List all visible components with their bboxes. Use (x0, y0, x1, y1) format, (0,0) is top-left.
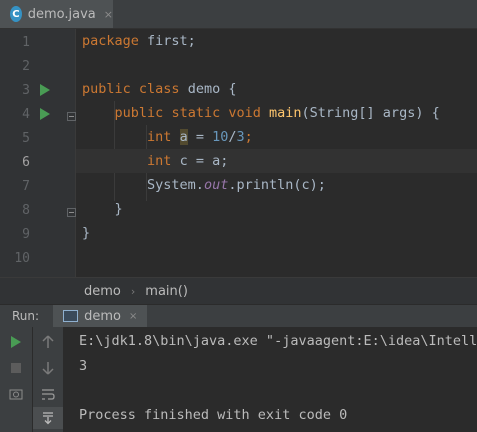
down-arrow-icon (42, 362, 54, 375)
run-panel-title: Run: (12, 309, 40, 323)
run-icon (11, 336, 21, 348)
code-line-3: public class demo { (76, 77, 477, 101)
package-name: first; (138, 33, 196, 49)
code-editor[interactable]: 1 2 3 4 5 6 7 8 9 10 package first; publ… (0, 29, 477, 277)
line-number: 1 (22, 35, 30, 50)
code-line-4: public static void main(String[] args) { (76, 101, 477, 125)
number: 3 (236, 129, 245, 145)
line-number: 6 (22, 155, 30, 170)
soft-wrap-button[interactable] (33, 383, 63, 405)
keyword: int (147, 153, 172, 169)
variable-c: c (179, 153, 188, 169)
keyword: package (82, 33, 139, 49)
line-number: 8 (22, 203, 30, 218)
assignment: = a; (187, 153, 229, 169)
keyword: public (82, 81, 131, 97)
stop-icon (11, 363, 21, 373)
scroll-to-end-button[interactable] (33, 407, 63, 429)
code-line-8: } (76, 197, 477, 221)
run-toolbar-right (33, 327, 64, 432)
line-number: 7 (22, 179, 30, 194)
closing-brace: } (114, 201, 123, 217)
line-number: 2 (22, 59, 30, 74)
code-line-1: package first; (76, 29, 477, 53)
keyword: int (147, 129, 172, 145)
console-line-output: 3 (79, 358, 88, 374)
static-field: out (203, 177, 229, 193)
scroll-end-icon (43, 412, 53, 425)
method-call: .println(c); (228, 177, 326, 193)
keyword: static (171, 105, 221, 121)
class-name: demo { (179, 81, 237, 97)
editor-tab-bar: C demo.java × (0, 0, 477, 29)
method-name: main (269, 105, 302, 121)
semicolon: ; (244, 129, 253, 145)
code-line-7: System.out.println(c); (76, 173, 477, 197)
code-line-9: } (76, 221, 477, 245)
number: 10 (212, 129, 229, 145)
close-icon[interactable]: × (104, 8, 113, 21)
java-class-icon: C (10, 6, 22, 22)
keyword: void (228, 105, 261, 121)
console-output[interactable]: E:\jdk1.8\bin\java.exe "-javaagent:E:\id… (64, 327, 477, 432)
code-area[interactable]: package first; public class demo { publi… (76, 29, 477, 277)
run-class-icon[interactable] (40, 84, 50, 96)
line-number: 9 (22, 227, 30, 242)
rerun-button[interactable] (0, 331, 32, 353)
pin-button[interactable] (0, 383, 32, 405)
code-line-6-current: int c = a; (76, 149, 477, 173)
code-line-5: int a = 10/3; (76, 125, 477, 149)
run-main-icon[interactable] (40, 108, 50, 120)
keyword: class (138, 81, 180, 97)
operator: = (187, 129, 213, 145)
method-params: (String[] args) { (301, 105, 440, 121)
breadcrumb: demo › main() (0, 277, 477, 305)
variable-a: a (179, 129, 188, 145)
line-number-gutter: 1 2 3 4 5 6 7 8 9 10 (0, 29, 76, 277)
line-number: 10 (14, 251, 30, 266)
console-line-exit: Process finished with exit code 0 (79, 407, 348, 423)
line-number: 4 (22, 107, 30, 122)
tab-label: demo.java (27, 6, 96, 22)
fold-marker-icon[interactable] (67, 208, 76, 217)
fold-marker-icon[interactable] (67, 112, 76, 121)
line-number: 3 (22, 83, 30, 98)
run-toolbar-left (0, 327, 33, 432)
line-number: 5 (22, 131, 30, 146)
close-icon[interactable]: × (129, 311, 137, 322)
system-class: System. (147, 177, 204, 193)
scroll-up-button[interactable] (33, 331, 63, 353)
wrap-icon (42, 389, 55, 400)
run-tab-demo[interactable]: demo × (53, 305, 148, 327)
chevron-right-icon: › (130, 285, 136, 298)
run-panel-header: Run: demo × (0, 304, 477, 327)
tab-demo-java[interactable]: C demo.java × (0, 0, 113, 28)
camera-icon (9, 389, 23, 400)
up-arrow-icon (42, 335, 54, 348)
keyword: public (114, 105, 164, 121)
console-line-command: E:\jdk1.8\bin\java.exe "-javaagent:E:\id… (79, 333, 477, 349)
run-tab-label: demo (84, 308, 121, 324)
stop-button[interactable] (0, 357, 32, 379)
breadcrumb-method[interactable]: main() (145, 284, 188, 299)
breadcrumb-class[interactable]: demo (84, 284, 121, 299)
closing-brace: } (82, 225, 91, 241)
operator: / (228, 129, 237, 145)
scroll-down-button[interactable] (33, 357, 63, 379)
console-icon (63, 310, 79, 322)
